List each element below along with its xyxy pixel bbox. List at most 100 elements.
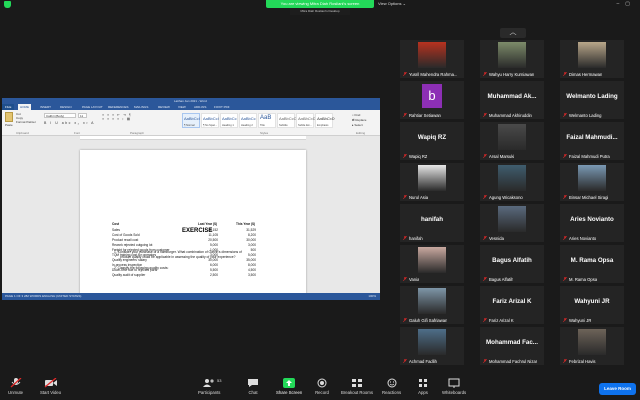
participant-tile[interactable]: Yusril Mahendra Rahma... (400, 40, 464, 78)
style-subtle-emphasis[interactable]: AaBbCcD Subtle Em... (296, 113, 316, 128)
breakout-rooms-button[interactable]: Breakout Rooms (341, 378, 373, 395)
font-size-select[interactable]: 11 (78, 113, 87, 118)
muted-mic-icon (563, 113, 567, 117)
font-name-select[interactable]: Calibri (Body) (44, 113, 76, 118)
paste-icon[interactable] (5, 112, 13, 122)
share-banner: You are viewing Mitra Diah Rosliani's sc… (266, 0, 374, 8)
participant-tile[interactable]: Dimas Hermawan (560, 40, 624, 78)
window-controls[interactable]: –▢ (616, 1, 636, 7)
participant-tile[interactable]: hanifah hanifah (400, 204, 464, 242)
start-video-button[interactable]: Start Video (40, 378, 61, 395)
participant-tile[interactable]: Febrizal Havis (560, 327, 624, 365)
participant-tile[interactable]: Welmanto Lading Welmanto Lading (560, 81, 624, 119)
participant-tile[interactable]: Faizal Mahmudi... Faizal Mahmudi Putra (560, 122, 624, 160)
style-subtitle[interactable]: AaBbCcC Subtitle (277, 113, 297, 128)
chat-button[interactable]: Chat (246, 378, 260, 395)
participant-display-name: Muhammad Ak... (487, 93, 537, 100)
participant-name-label: hanifah (409, 236, 423, 241)
participant-name-label: Wahyuni JR (569, 318, 592, 323)
share-screen-label: Share Screen (276, 390, 303, 395)
gallery-scroll-up-button[interactable]: ︿ (500, 28, 526, 38)
style-name: Title (260, 124, 265, 127)
reactions-button[interactable]: Reactions (382, 378, 401, 395)
security-shield-icon[interactable] (4, 1, 11, 8)
participant-tile[interactable]: Vania (400, 245, 464, 283)
muted-mic-icon (483, 72, 487, 76)
horizontal-ruler[interactable] (80, 136, 306, 140)
participant-name-label: Achmad Fadlih (409, 359, 437, 364)
participant-tile[interactable]: Mohammad Fac... Mohammad Fachrul Nizar (480, 327, 544, 365)
table-cell: Cost of Goods Sold (112, 233, 140, 237)
participant-tile[interactable]: Muhammad Ak... Muhammad Akhiruddin (480, 81, 544, 119)
participant-display-name: Wahyuni JR (574, 298, 610, 305)
participant-tile[interactable]: Galuh Gifi Safriawan (400, 286, 464, 324)
participant-tile[interactable]: Binsar Michael Siragi (560, 163, 624, 201)
find-button[interactable]: ⌕ Find (352, 113, 360, 117)
style-name: Emphasis (317, 124, 329, 127)
participant-tile[interactable]: Agung Wicaksono (480, 163, 544, 201)
record-button[interactable]: Record (315, 378, 329, 395)
style-heading-2[interactable]: AaBbCc Heading 2 (239, 113, 257, 128)
participants-button[interactable]: 53 Participants (198, 378, 221, 395)
participant-video-thumbnail (418, 288, 446, 314)
smiley-icon (387, 378, 397, 388)
muted-mic-icon (563, 277, 567, 281)
style-title[interactable]: AaB Title (258, 113, 276, 128)
whiteboard-icon (448, 378, 460, 388)
participant-name-label: Febrizal Havis (569, 359, 596, 364)
muted-mic-icon (563, 318, 567, 322)
header-cost: Cost (112, 222, 120, 226)
participant-tile[interactable]: Bagus Alfatih Bagus Alfatih (480, 245, 544, 283)
style-sample: AaBbCcC (279, 116, 297, 121)
style-no-spacing[interactable]: AaBbCcI ¶ No Spac... (201, 113, 219, 128)
replace-button[interactable]: ⇄ Replace (352, 118, 366, 122)
participant-tile[interactable]: b Rahtiar Setiawan (400, 81, 464, 119)
select-button[interactable]: ▸ Select (352, 123, 363, 127)
table-cell: Down-time due to rejected parts (112, 268, 158, 272)
participant-video-thumbnail (418, 42, 446, 68)
share-screen-button[interactable]: Share Screen (276, 378, 302, 395)
start-video-label: Start Video (40, 390, 62, 395)
apps-button[interactable]: Apps (416, 378, 430, 395)
style-name: Heading 1 (222, 124, 234, 127)
participant-tile[interactable]: Wapiq RZ Wapiq RZ (400, 122, 464, 160)
font-format-buttons[interactable]: B I U abc x₂ x² A (44, 121, 95, 125)
whiteboards-button[interactable]: Whiteboards (442, 378, 466, 395)
participant-video-thumbnail (498, 124, 526, 150)
participant-video-thumbnail (498, 206, 526, 232)
participant-tile[interactable]: Arsal Marsuki (480, 122, 544, 160)
style-normal[interactable]: AaBbCcI ¶ Normal (182, 113, 200, 128)
table-cell: 8,000 (248, 263, 256, 267)
table-cell: Quality engineers' salary (112, 258, 147, 262)
participant-tile[interactable]: Nurul Asia (400, 163, 464, 201)
participant-tile[interactable]: Fariz Arizal K Fariz Arizal K (480, 286, 544, 324)
muted-mic-icon (483, 113, 487, 117)
style-heading-1[interactable]: AaBbCc Heading 1 (220, 113, 238, 128)
group-paragraph: Paragraph (130, 131, 145, 135)
style-sample: AaBbCc (222, 116, 237, 121)
reactions-label: Reactions (382, 390, 402, 395)
muted-mic-icon (483, 277, 487, 281)
table-cell: Freight for rejected goods from customer (112, 248, 170, 252)
breakout-rooms-label: Breakout Rooms (341, 390, 374, 395)
paragraph-buttons[interactable]: ≡ ≡ ≡ ⇤ ⇥ ¶ ≡ ≡ ≡ ≡ ↕ ▦ (102, 113, 172, 125)
participant-display-name: Mohammad Fac... (486, 339, 538, 346)
chat-label: Chat (248, 390, 258, 395)
participant-tile[interactable]: Wahyu Harry Kurniawan (480, 40, 544, 78)
participant-tile[interactable]: M. Rama Opsa M. Rama Opsa (560, 245, 624, 283)
unmute-button[interactable]: Unmute (8, 378, 23, 395)
participant-tile[interactable]: Vesnida (480, 204, 544, 242)
leave-room-button[interactable]: Leave Room (599, 383, 636, 395)
style-name: Subtitle (279, 124, 288, 127)
group-font: Font (74, 131, 81, 135)
participant-tile[interactable]: Achmad Fadlih (400, 327, 464, 365)
paste-button[interactable]: Paste (5, 123, 13, 127)
style-emphasis[interactable]: AaBbCcD Emphasis (315, 113, 335, 128)
table-cell: In-process inspection (112, 263, 143, 267)
participant-name-label: Aries Novianto (569, 236, 597, 241)
view-options-button[interactable]: View Options ⌄ (378, 0, 406, 8)
participant-tile[interactable]: Aries Novianto Aries Novianto (560, 204, 624, 242)
format-painter-button[interactable]: Format Painter (16, 120, 36, 124)
participant-tile[interactable]: Wahyuni JR Wahyuni JR (560, 286, 624, 324)
muted-mic-icon (563, 236, 567, 240)
